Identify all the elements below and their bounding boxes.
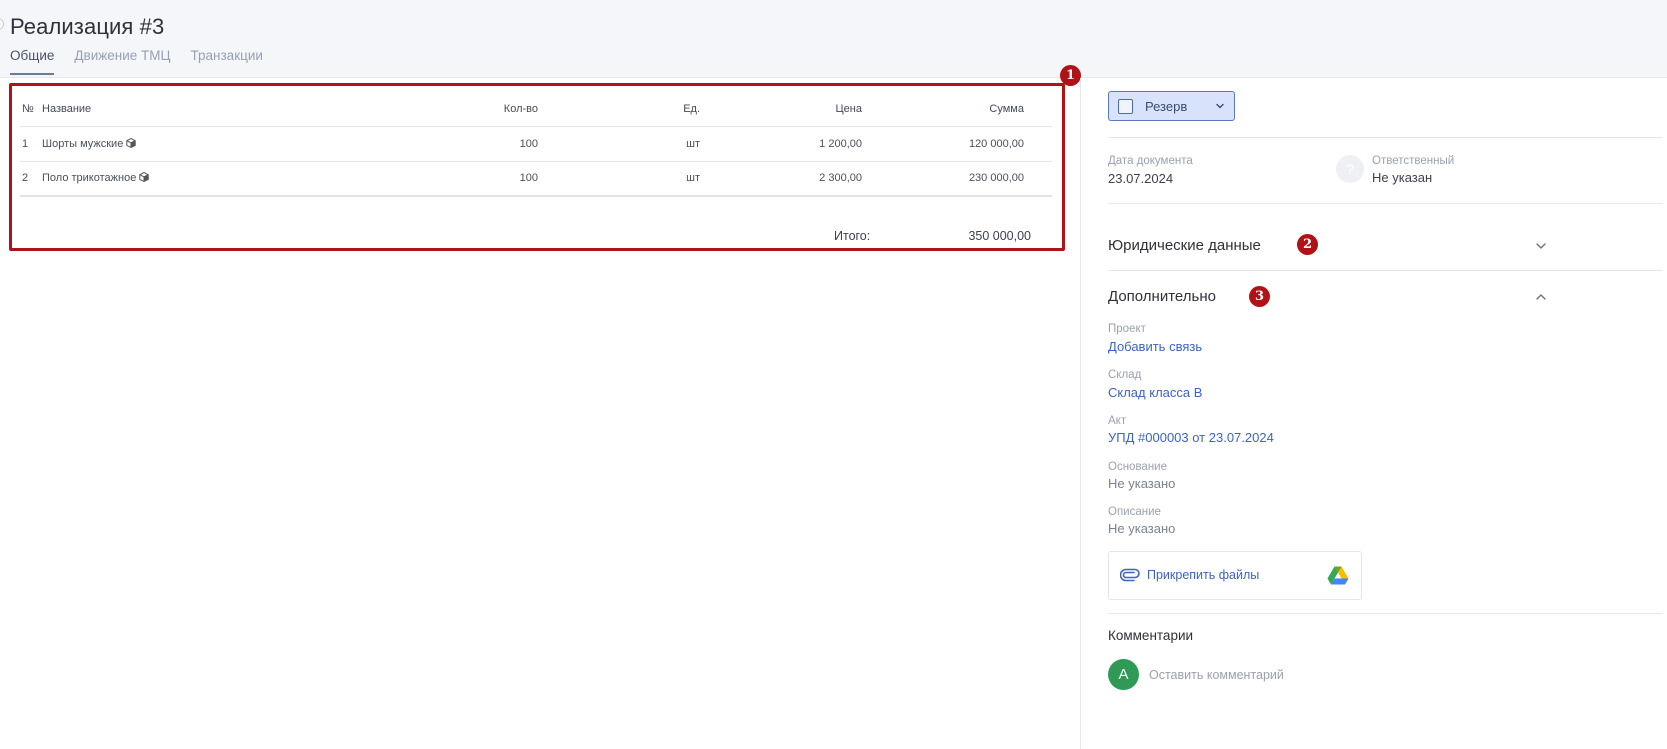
tab-bar: Общие Движение ТМЦ Транзакции [10, 48, 263, 75]
act-link[interactable]: УПД #000003 от 23.07.2024 [1108, 430, 1274, 445]
legal-section-title[interactable]: Юридические данные [1108, 237, 1261, 254]
annotation-badge-3: 3 [1249, 286, 1270, 307]
doc-date-label: Дата документа [1108, 155, 1193, 167]
total-value: 350 000,00 [968, 229, 1031, 243]
description-value[interactable]: Не указано [1108, 521, 1175, 536]
act-label: Акт [1108, 415, 1127, 427]
warehouse-label: Склад [1108, 369, 1142, 381]
column-header-name[interactable]: Название [42, 92, 402, 127]
chevron-up-icon[interactable] [1534, 290, 1548, 304]
row-name-cell[interactable]: Шорты мужские [42, 126, 402, 162]
column-header-unit[interactable]: Ед. [538, 92, 700, 127]
basis-label: Основание [1108, 461, 1167, 473]
question-icon: ? [1336, 155, 1364, 183]
basis-value[interactable]: Не указано [1108, 476, 1175, 491]
attach-files-box[interactable]: Прикрепить файлы [1108, 551, 1362, 600]
chevron-down-icon[interactable] [1534, 239, 1548, 253]
items-table: № Название Кол-во Ед. Цена Сумма 1 Шорты… [20, 92, 1052, 197]
row-qty: 100 [402, 161, 538, 197]
row-unit: шт [538, 126, 700, 162]
doc-date-value[interactable]: 23.07.2024 [1108, 171, 1173, 186]
row-price: 1 200,00 [700, 126, 862, 162]
total-label: Итого: [834, 229, 871, 243]
divider [1108, 137, 1663, 138]
row-sum: 120 000,00 [862, 126, 1024, 162]
page-title: Реализация #3 [10, 14, 165, 39]
paperclip-icon [1120, 568, 1140, 582]
row-qty: 100 [402, 126, 538, 162]
column-header-num[interactable]: № [20, 92, 42, 127]
reserve-checkbox[interactable] [1118, 98, 1133, 114]
row-name-cell[interactable]: Поло трикотажное [42, 161, 402, 197]
status-dot [0, 18, 4, 30]
annotation-badge-2: 2 [1297, 234, 1318, 255]
divider [1108, 270, 1663, 271]
add-project-link[interactable]: Добавить связь [1108, 339, 1202, 354]
google-drive-icon[interactable] [1327, 566, 1349, 585]
column-header-pad [1024, 92, 1052, 127]
annotation-badge-1: 1 [1060, 65, 1081, 86]
row-price: 2 300,00 [700, 161, 862, 197]
table-header-row: № Название Кол-во Ед. Цена Сумма [20, 92, 1052, 127]
divider [1108, 203, 1663, 204]
responsible-label: Ответственный [1372, 155, 1455, 167]
row-num: 1 [20, 126, 42, 162]
row-num: 2 [20, 161, 42, 197]
row-unit: шт [538, 161, 700, 197]
column-header-qty[interactable]: Кол-во [402, 92, 538, 127]
column-header-price[interactable]: Цена [700, 92, 862, 127]
reserve-label: Резерв [1145, 98, 1188, 114]
details-panel: Резерв Дата документа 23.07.2024 ? Ответ… [1080, 78, 1667, 749]
row-name[interactable]: Поло трикотажное [42, 172, 136, 184]
reserve-dropdown[interactable]: Резерв [1108, 91, 1235, 121]
comment-input[interactable]: Оставить комментарий [1149, 668, 1284, 682]
row-sum: 230 000,00 [862, 161, 1024, 197]
column-header-sum[interactable]: Сумма [862, 92, 1024, 127]
table-row[interactable]: 2 Поло трикотажное 100 шт 2 300,00 230 0… [20, 161, 1052, 197]
box-icon [126, 137, 137, 148]
tab-transactions[interactable]: Транзакции [191, 48, 263, 75]
items-table-frame: № Название Кол-во Ед. Цена Сумма 1 Шорты… [9, 83, 1065, 251]
chevron-down-icon[interactable] [1214, 100, 1226, 112]
row-name[interactable]: Шорты мужские [42, 138, 123, 150]
table-row[interactable]: 1 Шорты мужские 100 шт 1 200,00 120 000,… [20, 126, 1052, 162]
tab-general[interactable]: Общие [10, 48, 55, 75]
avatar: A [1108, 659, 1139, 690]
attach-files-button[interactable]: Прикрепить файлы [1147, 568, 1259, 582]
responsible-value[interactable]: Не указан [1372, 170, 1432, 185]
description-label: Описание [1108, 506, 1161, 518]
project-label: Проект [1108, 323, 1146, 335]
extra-section-title[interactable]: Дополнительно [1108, 288, 1216, 305]
comments-title: Комментарии [1108, 628, 1194, 643]
box-icon [139, 172, 150, 183]
tab-inventory-movement[interactable]: Движение ТМЦ [74, 48, 170, 75]
warehouse-link[interactable]: Склад класса В [1108, 385, 1202, 400]
page-header: Реализация #3 Общие Движение ТМЦ Транзак… [0, 0, 1667, 78]
divider [1108, 613, 1663, 614]
